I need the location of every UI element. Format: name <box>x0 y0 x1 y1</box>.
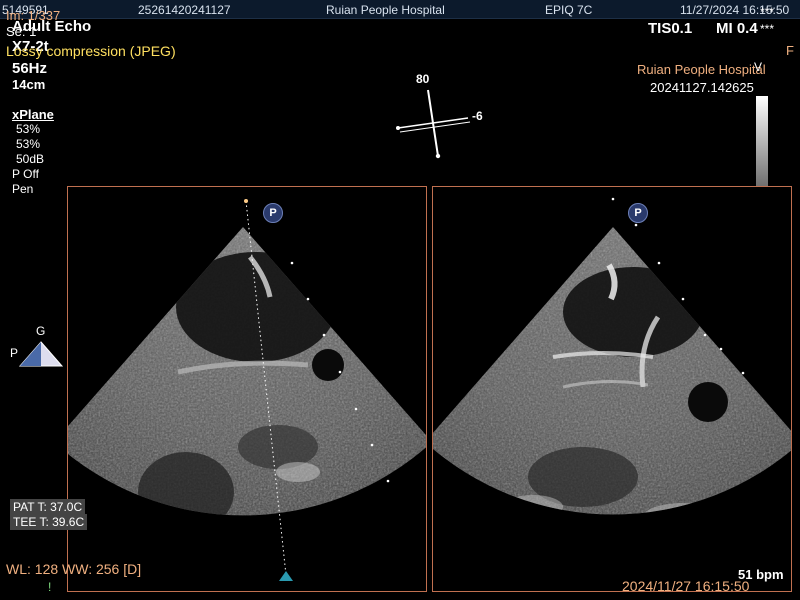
overlay-hospital: Ruian People Hospital <box>637 62 766 77</box>
study-code: 20241127.142625 <box>650 80 754 95</box>
mi-value: MI 0.4 <box>716 20 758 37</box>
left-ultrasound-image <box>68 199 426 581</box>
right-ultrasound-view[interactable]: P <box>432 186 792 592</box>
header-stars: *** <box>760 5 775 19</box>
alert-marker: ! <box>48 580 52 594</box>
depth: 14cm <box>12 77 46 92</box>
study-id: 25261420241127 <box>138 3 231 17</box>
xplane-angle-icon <box>396 89 471 159</box>
compression-label: Lossy compression (JPEG) <box>6 43 176 59</box>
mode-label: xPlane <box>12 107 54 122</box>
left-ultrasound-view[interactable]: P <box>67 186 427 592</box>
dynamic-range: 50dB <box>16 152 45 166</box>
right-ultrasound-image <box>433 197 791 515</box>
right-stars: *** <box>760 22 775 36</box>
probe-marker-left: P <box>263 203 283 223</box>
device-name: EPIQ 7C <box>545 3 593 17</box>
window-level: WL: 128 WW: 256 [D] <box>6 561 142 577</box>
orientation-left: P <box>10 346 19 360</box>
preset-label: Adult Echo <box>12 18 92 35</box>
pen-label: Pen <box>12 182 34 196</box>
probe-marker-right: P <box>628 203 648 223</box>
patient-temperature: PAT T: 37.0C <box>10 499 86 515</box>
tis-value: TIS0.1 <box>648 20 693 37</box>
header-hospital: Ruian People Hospital <box>326 3 445 17</box>
orientation-triangle-icon <box>18 341 64 367</box>
v-label: V <box>754 60 763 74</box>
gain-value-1: 53% <box>16 122 41 136</box>
sex-label: F <box>786 43 794 58</box>
header-bar: 5149591 25261420241127 Ruian People Hosp… <box>0 0 800 19</box>
power-state: P Off <box>12 167 39 181</box>
gain-value-2: 53% <box>16 137 41 151</box>
frame-rate: 56Hz <box>12 60 48 77</box>
tee-temperature: TEE T: 39.6C <box>10 514 88 530</box>
bottom-timestamp: 2024/11/27 16:15:50 <box>622 578 750 594</box>
orientation-top: G <box>36 324 46 338</box>
